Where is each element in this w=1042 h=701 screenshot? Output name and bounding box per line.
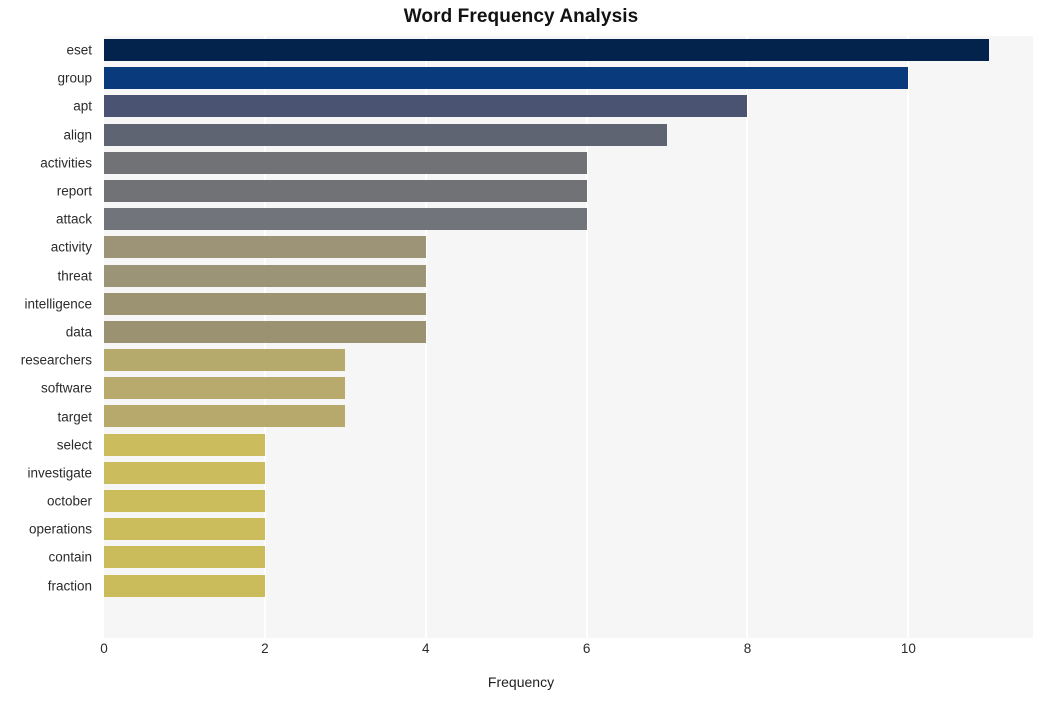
y-tick-label: activity — [0, 233, 98, 261]
bar — [104, 461, 265, 484]
bar-row — [104, 92, 1033, 120]
y-tick-text: threat — [57, 268, 92, 284]
bar — [104, 546, 265, 569]
x-tick-label-0: 0 — [100, 641, 108, 656]
x-tick-label-4: 4 — [421, 641, 430, 656]
bar-row — [104, 515, 1033, 543]
bar-row — [104, 402, 1033, 430]
bar — [104, 151, 587, 174]
y-tick-label: align — [0, 121, 98, 149]
bar-series — [104, 36, 1033, 638]
y-tick-label: apt — [0, 92, 98, 120]
y-tick-label: select — [0, 431, 98, 459]
y-tick-text: contain — [48, 549, 92, 565]
y-tick-label: investigate — [0, 459, 98, 487]
bar — [104, 208, 587, 231]
bar-row — [104, 346, 1033, 374]
y-tick-label: report — [0, 177, 98, 205]
bar — [104, 320, 426, 343]
bar — [104, 292, 426, 315]
bar-row — [104, 205, 1033, 233]
bar-row — [104, 543, 1033, 571]
y-tick-text: apt — [73, 98, 92, 114]
y-axis-category-labels: eset group apt align activities report attack a… — [0, 36, 98, 638]
y-tick-text: activities — [40, 155, 92, 171]
bar-row — [104, 121, 1033, 149]
y-tick-text: software — [40, 380, 92, 396]
x-axis-tick-labels: 0 2 4 6 8 10 — [0, 641, 1042, 667]
bar — [104, 67, 909, 90]
y-tick-label: target — [0, 402, 98, 430]
bar — [104, 236, 426, 259]
bar — [104, 490, 265, 512]
y-tick-text: intelligence — [24, 296, 92, 312]
y-tick-text: group — [57, 70, 92, 86]
y-tick-text: select — [56, 437, 92, 453]
bar-row — [104, 149, 1033, 177]
bar-row — [104, 177, 1033, 205]
bar — [104, 433, 265, 456]
bar — [104, 405, 346, 428]
bar — [104, 179, 587, 202]
bar — [104, 574, 265, 597]
bar-row — [104, 374, 1033, 402]
bar — [104, 349, 346, 372]
bar-row — [104, 318, 1033, 346]
y-tick-text: fraction — [47, 578, 92, 594]
y-tick-text: target — [57, 409, 92, 425]
y-tick-text: data — [65, 324, 92, 340]
x-axis-title: Frequency — [487, 674, 555, 690]
y-tick-text: october — [46, 493, 92, 509]
y-tick-text: report — [56, 183, 92, 199]
word-frequency-bar-chart: Word Frequency Analysis eset group apt alig… — [0, 0, 1042, 701]
x-tick-label-8: 8 — [743, 641, 752, 656]
y-tick-label: researchers — [0, 346, 98, 374]
bar — [104, 264, 426, 287]
y-tick-label: october — [0, 487, 98, 515]
bar — [104, 39, 989, 61]
y-tick-text: investigate — [27, 465, 92, 481]
y-tick-text: researchers — [20, 352, 92, 368]
y-tick-label: fraction — [0, 572, 98, 600]
y-tick-label: intelligence — [0, 290, 98, 318]
y-tick-label: data — [0, 318, 98, 346]
x-tick-label-6: 6 — [582, 641, 591, 656]
y-tick-label: software — [0, 374, 98, 402]
y-tick-label: eset — [0, 36, 98, 64]
plot-area — [104, 36, 1033, 638]
x-tick-label-10: 10 — [900, 641, 916, 656]
y-tick-label: contain — [0, 543, 98, 571]
bar-row — [104, 431, 1033, 459]
page-title: Word Frequency Analysis — [403, 6, 639, 27]
bar-row — [104, 459, 1033, 487]
bar — [104, 95, 748, 118]
bar-row — [104, 572, 1033, 600]
y-tick-label: operations — [0, 515, 98, 543]
y-tick-text: align — [63, 127, 92, 143]
bar-row — [104, 487, 1033, 515]
bar-row — [104, 36, 1033, 64]
bar-row — [104, 290, 1033, 318]
y-tick-label: threat — [0, 262, 98, 290]
y-tick-text: operations — [28, 521, 92, 537]
bar — [104, 518, 265, 541]
bar-row — [104, 64, 1033, 92]
y-tick-label: group — [0, 64, 98, 92]
y-tick-label: attack — [0, 205, 98, 233]
bar-row — [104, 233, 1033, 261]
y-tick-text: activity — [50, 239, 92, 255]
x-tick-label-2: 2 — [261, 641, 269, 656]
bar — [104, 377, 346, 400]
bar — [104, 123, 668, 146]
bar-row — [104, 262, 1033, 290]
y-tick-text: attack — [55, 211, 92, 227]
y-tick-text: eset — [66, 42, 92, 58]
y-tick-label: activities — [0, 149, 98, 177]
